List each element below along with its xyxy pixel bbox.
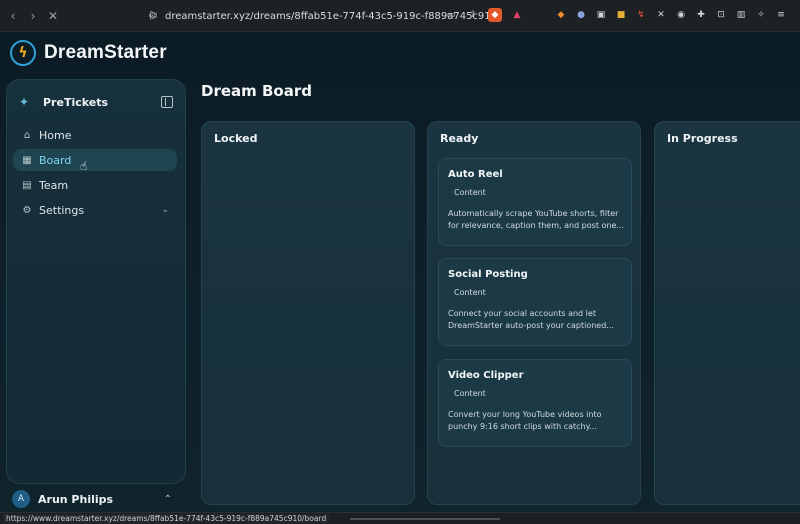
extension-icon[interactable]: ↯ bbox=[634, 8, 648, 22]
card-tag: Content bbox=[454, 288, 486, 297]
cast-icon[interactable]: ▭ bbox=[444, 8, 458, 22]
workspace-header: ✦ PreTickets bbox=[19, 92, 173, 112]
card-title: Auto Reel bbox=[448, 169, 503, 180]
sidebar-item-settings[interactable]: ⚙ Settings ⌄ bbox=[13, 199, 177, 221]
team-icon: ▤ bbox=[22, 179, 32, 191]
puzzle-icon[interactable]: ✚ bbox=[694, 8, 708, 22]
address-bar-actions: ▭ ⇪ ◆ ▲ bbox=[444, 8, 524, 22]
dream-card[interactable]: Social Posting Content Connect your soci… bbox=[438, 258, 632, 346]
column-title: Ready bbox=[440, 132, 479, 145]
brand[interactable]: ϟ DreamStarter bbox=[10, 40, 167, 66]
user-name: Arun Philips bbox=[38, 492, 114, 506]
board-column-in-progress: In Progress bbox=[654, 121, 800, 505]
dream-card[interactable]: Video Clipper Content Convert your long … bbox=[438, 359, 632, 447]
page-title: Dream Board bbox=[201, 82, 312, 100]
status-link-preview: https://www.dreamstarter.xyz/dreams/8ffa… bbox=[3, 514, 330, 523]
card-title: Video Clipper bbox=[448, 370, 524, 381]
card-tag: Content bbox=[454, 188, 486, 197]
brand-name: DreamStarter bbox=[44, 42, 167, 63]
sidebar-collapse-icon[interactable] bbox=[161, 96, 173, 108]
reload-icon[interactable]: ✕ bbox=[44, 7, 62, 25]
extension-icon[interactable]: ▣ bbox=[594, 8, 608, 22]
card-description: Convert your long YouTube videos into pu… bbox=[448, 410, 602, 431]
avatar: A bbox=[12, 490, 30, 508]
chevron-down-icon[interactable]: ⌄ bbox=[161, 205, 169, 215]
back-icon[interactable]: ‹ bbox=[4, 7, 22, 25]
pointer-cursor-icon: ☝ bbox=[80, 159, 88, 173]
metamask-icon[interactable]: ◆ bbox=[554, 8, 568, 22]
user-menu[interactable]: A Arun Philips ⌃ bbox=[12, 488, 172, 510]
logo-icon: ϟ bbox=[10, 40, 36, 66]
extensions-bar: ◆ ● ▣ ■ ↯ ✕ ◉ ✚ ⊡ ▥ ✧ ≡ bbox=[554, 8, 788, 22]
browser-nav: ‹ › ✕ bbox=[4, 7, 62, 25]
extension-icon[interactable]: ◉ bbox=[674, 8, 688, 22]
extension-icon[interactable]: ✕ bbox=[654, 8, 668, 22]
dream-card[interactable]: Auto Reel Content Automatically scrape Y… bbox=[438, 158, 632, 246]
sidebar-nav: ⌂ Home ▦ Board ▤ Team ⚙ Settings ⌄ bbox=[13, 124, 177, 224]
sidebar-item-board[interactable]: ▦ Board bbox=[13, 149, 177, 171]
extension-icon[interactable]: ⊡ bbox=[714, 8, 728, 22]
board-column-ready: Ready Auto Reel Content Automatically sc… bbox=[427, 121, 641, 505]
board-column-locked: Locked bbox=[201, 121, 415, 505]
column-title: In Progress bbox=[667, 132, 738, 145]
column-title: Locked bbox=[214, 132, 258, 145]
card-title: Social Posting bbox=[448, 269, 528, 280]
card-description: Automatically scrape YouTube shorts, fil… bbox=[448, 209, 625, 230]
card-description: Connect your social accounts and let Dre… bbox=[448, 309, 614, 330]
status-bar: https://www.dreamstarter.xyz/dreams/8ffa… bbox=[0, 512, 800, 524]
sidebar-item-team[interactable]: ▤ Team bbox=[13, 174, 177, 196]
browser-toolbar: ‹ › ✕ ⚐ ⚙ dreamstarter.xyz/dreams/8ffab5… bbox=[0, 0, 800, 32]
sidebar-item-label: Settings bbox=[39, 203, 85, 217]
forward-icon[interactable]: › bbox=[24, 7, 42, 25]
brave-rewards-icon[interactable]: ▲ bbox=[510, 8, 524, 22]
sidebar-toggle-icon[interactable]: ▥ bbox=[734, 8, 748, 22]
sidebar-item-home[interactable]: ⌂ Home bbox=[13, 124, 177, 146]
chevron-up-icon[interactable]: ⌃ bbox=[164, 494, 172, 505]
sidebar-item-label: Team bbox=[39, 178, 69, 192]
share-icon[interactable]: ⇪ bbox=[466, 8, 480, 22]
sparkle-icon: ✦ bbox=[19, 95, 30, 109]
leo-icon[interactable]: ✧ bbox=[754, 8, 768, 22]
sidebar-item-label: Home bbox=[39, 128, 72, 142]
sidebar: ✦ PreTickets ⌂ Home ▦ Board ▤ Team ⚙ Set… bbox=[6, 79, 186, 484]
board-grid-icon: ▦ bbox=[22, 154, 32, 166]
workspace-name: PreTickets bbox=[43, 95, 109, 109]
brave-shield-icon[interactable]: ◆ bbox=[488, 8, 502, 22]
menu-icon[interactable]: ≡ bbox=[774, 8, 788, 22]
extension-icon[interactable]: ■ bbox=[614, 8, 628, 22]
settings-icon: ⚙ bbox=[22, 204, 32, 216]
home-icon: ⌂ bbox=[23, 129, 31, 141]
app-root: ϟ DreamStarter ✦ PreTickets ⌂ Home ▦ Boa… bbox=[0, 32, 800, 514]
horizontal-scrollbar[interactable] bbox=[350, 518, 500, 520]
site-settings-icon[interactable]: ⚙ bbox=[148, 11, 157, 22]
sidebar-item-label: Board bbox=[39, 153, 72, 167]
card-tag: Content bbox=[454, 389, 486, 398]
extension-icon[interactable]: ● bbox=[574, 8, 588, 22]
